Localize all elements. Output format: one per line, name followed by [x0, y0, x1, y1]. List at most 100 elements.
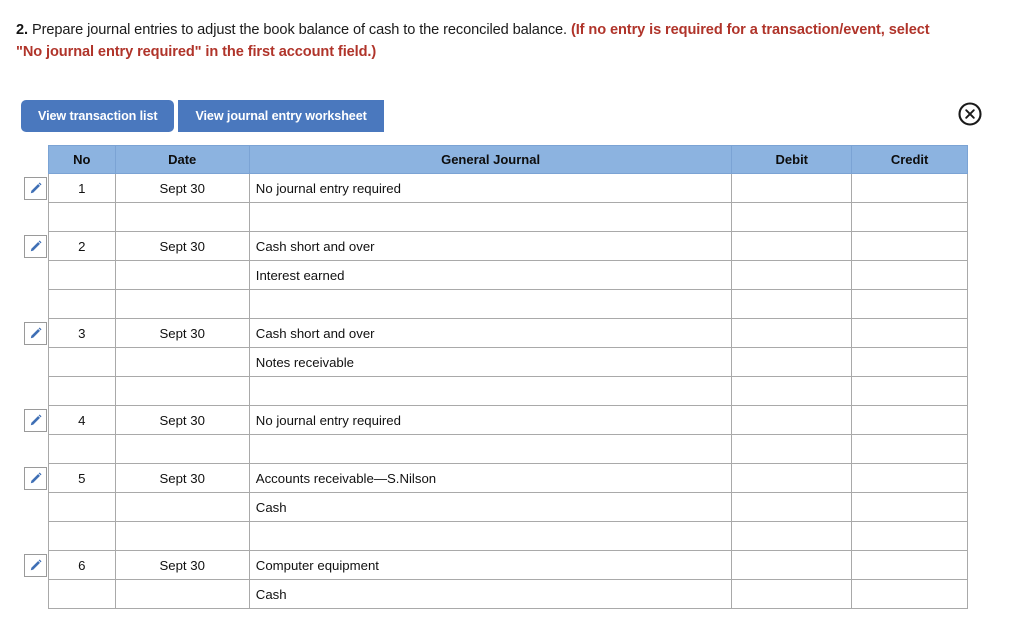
table-row: Notes receivable — [48, 347, 968, 377]
cell-account[interactable]: Notes receivable — [248, 347, 733, 377]
cell-no[interactable]: 3 — [48, 318, 116, 348]
table-row: Cash — [48, 492, 968, 522]
cell-no[interactable]: 1 — [48, 173, 116, 203]
cell-debit[interactable] — [731, 289, 853, 319]
cell-account[interactable]: Computer equipment — [248, 550, 733, 580]
cell-account[interactable]: No journal entry required — [248, 405, 733, 435]
cell-credit[interactable] — [851, 202, 968, 232]
cell-no[interactable] — [48, 202, 116, 232]
cell-account[interactable]: Cash short and over — [248, 318, 733, 348]
cell-debit[interactable] — [731, 492, 853, 522]
cell-no[interactable] — [48, 289, 116, 319]
cell-no[interactable] — [48, 521, 116, 551]
cell-debit[interactable] — [731, 463, 853, 493]
cell-account[interactable]: No journal entry required — [248, 173, 733, 203]
cell-date[interactable] — [114, 376, 250, 406]
cell-account[interactable] — [248, 376, 733, 406]
table-row — [48, 202, 968, 232]
cell-account[interactable]: Interest earned — [248, 260, 733, 290]
cell-credit[interactable] — [851, 289, 968, 319]
journal-table-body: 1 Sept 30 No journal entry required 2 Sept 3… — [48, 173, 968, 609]
cell-date[interactable] — [114, 202, 250, 232]
table-row: 1 Sept 30 No journal entry required — [48, 173, 968, 203]
cell-debit[interactable] — [731, 434, 853, 464]
cell-debit[interactable] — [731, 550, 853, 580]
cell-no[interactable]: 6 — [48, 550, 116, 580]
cell-credit[interactable] — [851, 318, 968, 348]
cell-no[interactable]: 4 — [48, 405, 116, 435]
table-row: Cash — [48, 579, 968, 609]
cell-no[interactable] — [48, 579, 116, 609]
cell-debit[interactable] — [731, 376, 853, 406]
cell-debit[interactable] — [731, 231, 853, 261]
cell-account[interactable]: Cash short and over — [248, 231, 733, 261]
cell-date[interactable] — [114, 289, 250, 319]
cell-credit[interactable] — [851, 550, 968, 580]
table-row: Interest earned — [48, 260, 968, 290]
cell-credit[interactable] — [851, 434, 968, 464]
cell-no[interactable]: 2 — [48, 231, 116, 261]
cell-date[interactable] — [114, 347, 250, 377]
edit-entry-button-5[interactable] — [24, 466, 47, 490]
edit-entry-button-3[interactable] — [24, 321, 47, 345]
cell-date[interactable]: Sept 30 — [114, 405, 250, 435]
cell-credit[interactable] — [851, 405, 968, 435]
column-header-date: Date — [114, 145, 250, 174]
cell-account[interactable]: Accounts receivable—S.Nilson — [248, 463, 733, 493]
cell-credit[interactable] — [851, 521, 968, 551]
cell-account[interactable] — [248, 434, 733, 464]
edit-entry-button-4[interactable] — [24, 408, 47, 432]
edit-entry-button-6[interactable] — [24, 553, 47, 577]
table-row — [48, 376, 968, 406]
cell-date[interactable]: Sept 30 — [114, 463, 250, 493]
cell-account[interactable] — [248, 202, 733, 232]
cell-date[interactable]: Sept 30 — [114, 550, 250, 580]
cell-credit[interactable] — [851, 347, 968, 377]
cell-date[interactable]: Sept 30 — [114, 231, 250, 261]
cell-no[interactable] — [48, 260, 116, 290]
cell-debit[interactable] — [731, 405, 853, 435]
cell-credit[interactable] — [851, 463, 968, 493]
close-circle-icon[interactable] — [957, 101, 983, 127]
cell-date[interactable] — [114, 521, 250, 551]
journal-entry-page: 2. Prepare journal entries to adjust the… — [0, 0, 1024, 620]
cell-debit[interactable] — [731, 173, 853, 203]
edit-entry-button-1[interactable] — [24, 176, 47, 200]
view-transaction-list-button[interactable]: View transaction list — [21, 100, 175, 132]
table-row — [48, 521, 968, 551]
edit-entry-button-2[interactable] — [24, 234, 47, 258]
cell-debit[interactable] — [731, 347, 853, 377]
cell-account[interactable] — [248, 289, 733, 319]
cell-account[interactable]: Cash — [248, 579, 733, 609]
cell-credit[interactable] — [851, 579, 968, 609]
cell-debit[interactable] — [731, 260, 853, 290]
column-header-debit: Debit — [731, 145, 853, 174]
cell-date[interactable] — [114, 579, 250, 609]
cell-credit[interactable] — [851, 231, 968, 261]
cell-credit[interactable] — [851, 376, 968, 406]
cell-credit[interactable] — [851, 492, 968, 522]
cell-no[interactable] — [48, 347, 116, 377]
table-row — [48, 434, 968, 464]
cell-debit[interactable] — [731, 521, 853, 551]
cell-date[interactable]: Sept 30 — [114, 318, 250, 348]
cell-debit[interactable] — [731, 318, 853, 348]
cell-date[interactable] — [114, 434, 250, 464]
view-journal-entry-worksheet-button[interactable]: View journal entry worksheet — [178, 100, 384, 132]
cell-no[interactable] — [48, 492, 116, 522]
cell-no[interactable]: 5 — [48, 463, 116, 493]
cell-credit[interactable] — [851, 173, 968, 203]
table-row — [48, 289, 968, 319]
cell-no[interactable] — [48, 434, 116, 464]
cell-credit[interactable] — [851, 260, 968, 290]
cell-no[interactable] — [48, 376, 116, 406]
cell-date[interactable] — [114, 492, 250, 522]
cell-debit[interactable] — [731, 202, 853, 232]
cell-account[interactable]: Cash — [248, 492, 733, 522]
cell-account[interactable] — [248, 521, 733, 551]
journal-table-area: No Date General Journal Debit Credit 1 Se… — [24, 145, 968, 609]
cell-date[interactable] — [114, 260, 250, 290]
table-row: 2 Sept 30 Cash short and over — [48, 231, 968, 261]
cell-date[interactable]: Sept 30 — [114, 173, 250, 203]
cell-debit[interactable] — [731, 579, 853, 609]
